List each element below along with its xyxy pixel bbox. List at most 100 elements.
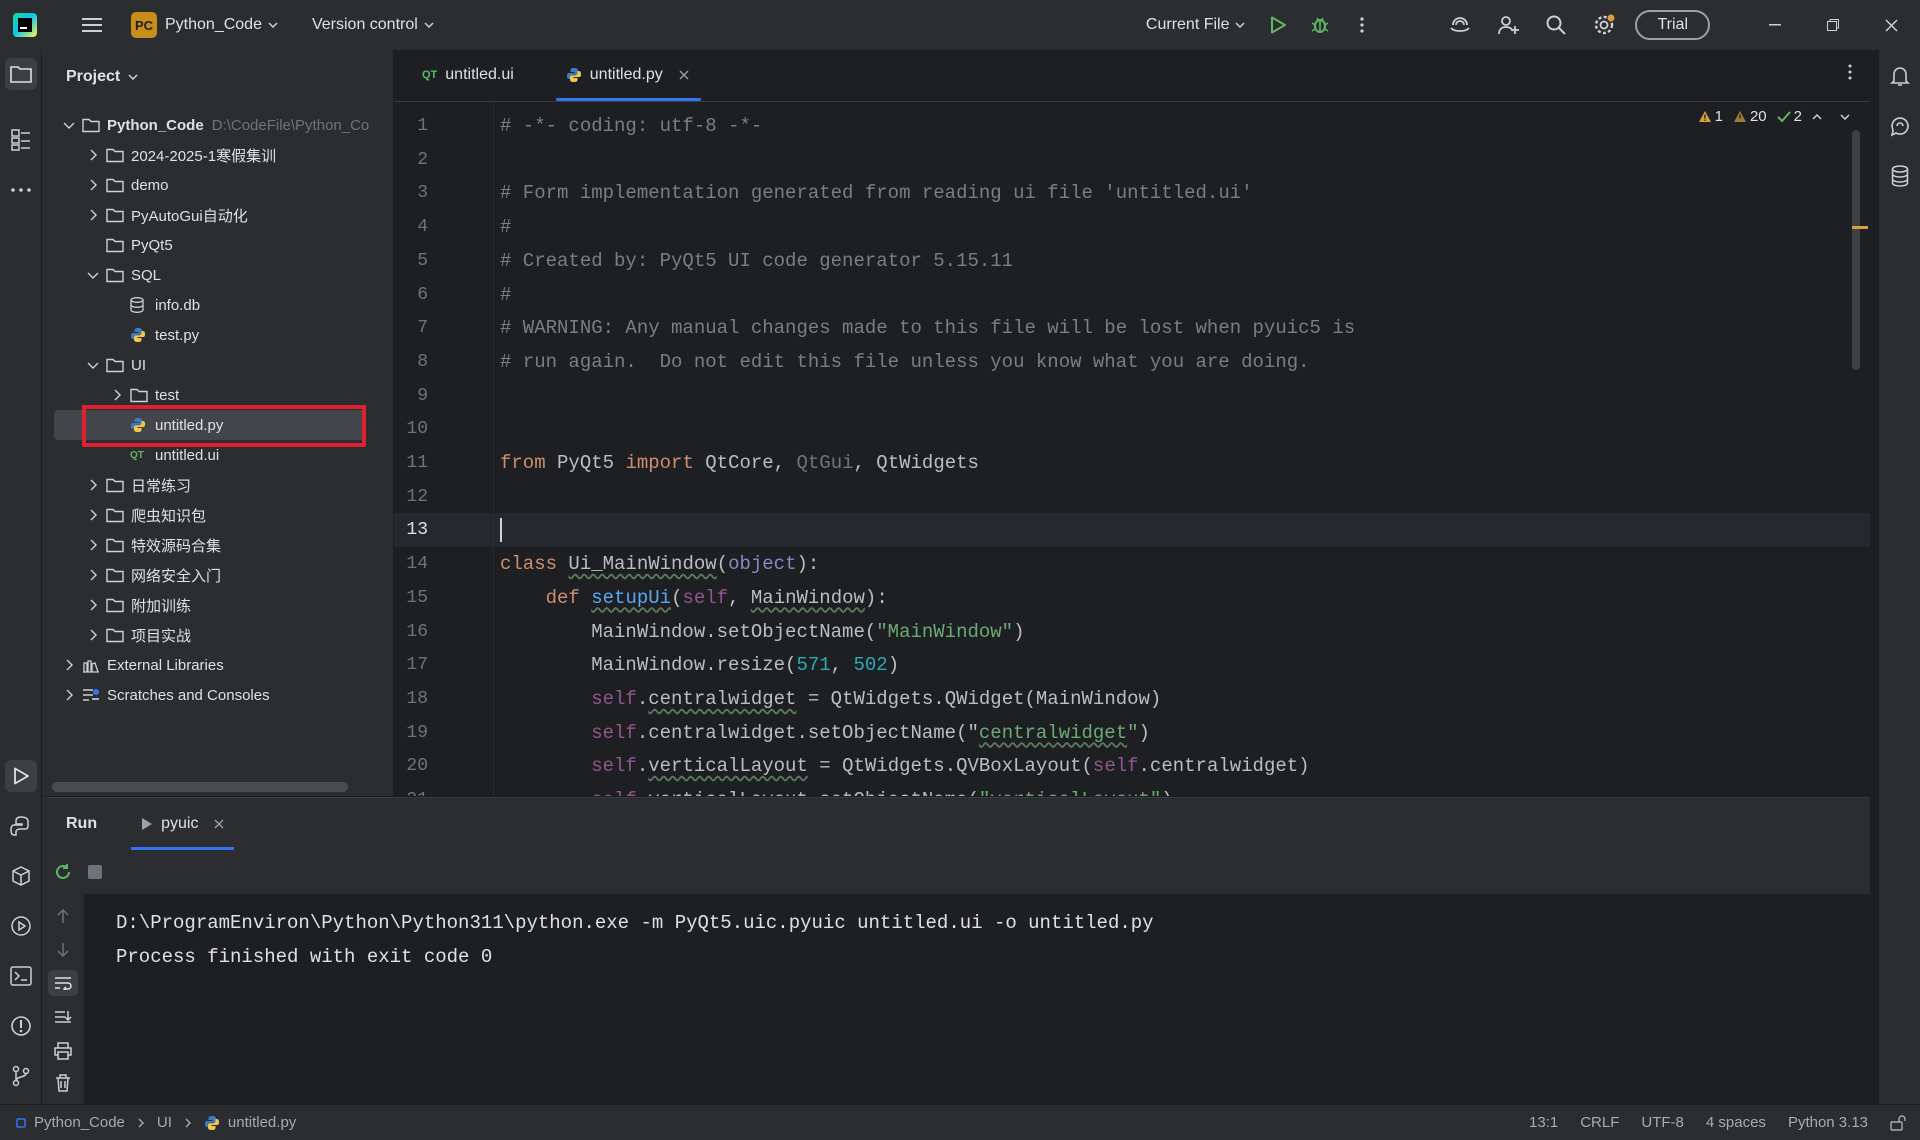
tree-item-ui[interactable]: UI [42, 350, 393, 380]
run-panel-title: Run [66, 815, 98, 832]
trial-button[interactable]: Trial [1635, 10, 1710, 40]
tree-item[interactable]: 附加训练 [42, 590, 393, 620]
horizontal-scrollbar[interactable] [52, 782, 348, 792]
python-console-icon[interactable] [5, 810, 37, 842]
arrow-down-icon[interactable] [55, 942, 71, 958]
soft-wrap-icon [55, 977, 72, 990]
tree-item-external-libraries[interactable]: External Libraries [42, 650, 393, 680]
run-config-selector[interactable]: Current File [1138, 8, 1254, 42]
chevron-right-icon[interactable] [84, 539, 102, 551]
tree-item[interactable]: 日常练习 [42, 470, 393, 500]
more-actions-icon[interactable] [1345, 8, 1379, 42]
ai-assistant-icon[interactable] [1443, 8, 1477, 42]
indent-setting[interactable]: 4 spaces [1706, 1114, 1766, 1131]
run-icon[interactable] [1261, 8, 1295, 42]
tree-item-info-db[interactable]: info.db [42, 290, 393, 320]
project-switcher[interactable]: PC Python_Code [123, 8, 286, 42]
chevron-right-icon[interactable] [84, 569, 102, 581]
search-icon[interactable] [1539, 8, 1573, 42]
line-separator[interactable]: CRLF [1580, 1114, 1619, 1131]
print-icon[interactable] [54, 1042, 72, 1060]
chevron-down-icon[interactable] [84, 361, 102, 369]
vcs-menu[interactable]: Version control [304, 8, 442, 42]
rerun-icon[interactable] [54, 863, 72, 881]
git-branch-icon[interactable] [5, 1060, 37, 1092]
python-interpreter[interactable]: Python 3.13 [1788, 1114, 1868, 1131]
chevron-right-icon[interactable] [84, 209, 102, 221]
tree-item-pyautogui[interactable]: PyAutoGui自动化 [42, 200, 393, 230]
breadcrumb-folder[interactable]: UI [157, 1114, 172, 1131]
tree-item-untitled-py[interactable]: untitled.py [54, 410, 366, 440]
tree-item-untitled-ui[interactable]: QT untitled.ui [42, 440, 393, 470]
project-tool-icon[interactable] [5, 58, 37, 90]
chevron-down-icon[interactable] [84, 271, 102, 279]
chevron-right-icon[interactable] [84, 629, 102, 641]
chevron-down-icon[interactable] [60, 121, 78, 129]
chevron-up-icon[interactable] [1812, 113, 1822, 120]
unlock-icon[interactable] [1890, 1114, 1906, 1131]
chevron-right-icon[interactable] [60, 689, 78, 701]
chevron-down-icon[interactable] [1840, 113, 1850, 120]
file-encoding[interactable]: UTF-8 [1641, 1114, 1684, 1131]
chevron-right-icon[interactable] [84, 599, 102, 611]
tree-item-demo[interactable]: demo [42, 170, 393, 200]
structure-tool-icon[interactable] [5, 124, 37, 156]
code-token: . [636, 755, 649, 778]
minimize-icon[interactable] [1746, 0, 1804, 50]
inspection-widget[interactable]: 1 20 2 [1698, 108, 1850, 125]
tree-item-test[interactable]: test [42, 380, 393, 410]
project-panel-header[interactable]: Project [42, 50, 393, 104]
code-with-me-icon[interactable] [1491, 8, 1525, 42]
notifications-bell-icon[interactable] [1884, 60, 1916, 92]
main-menu-icon[interactable] [75, 8, 109, 42]
tree-item-label: 附加训练 [131, 597, 192, 615]
run-tab-pyuic[interactable]: pyuic [127, 798, 238, 850]
stop-icon[interactable] [88, 865, 102, 879]
soft-wrap-button[interactable] [48, 970, 78, 996]
close-tab-icon[interactable] [679, 70, 689, 80]
trash-icon[interactable] [55, 1074, 71, 1092]
tab-options-icon[interactable] [1848, 64, 1852, 80]
chevron-right-icon[interactable] [108, 389, 126, 401]
scroll-to-end-icon[interactable] [54, 1010, 72, 1026]
tree-item-scratches-and-consoles[interactable]: Scratches and Consoles [42, 680, 393, 710]
debug-icon[interactable] [1303, 8, 1337, 42]
close-icon[interactable] [1862, 0, 1920, 50]
services-icon[interactable] [5, 910, 37, 942]
caret-position[interactable]: 13:1 [1529, 1114, 1558, 1131]
tree-item-python-code[interactable]: Python_Code D:\CodeFile\Python_Co [42, 110, 393, 140]
code-line: # Created by: PyQt5 UI code generator 5.… [494, 244, 1013, 278]
tree-item[interactable]: 爬虫知识包 [42, 500, 393, 530]
chevron-right-icon[interactable] [84, 149, 102, 161]
close-tab-icon[interactable] [214, 819, 224, 829]
code-area[interactable]: # -*- coding: utf-8 -*- # Form implementa… [494, 102, 1870, 796]
vertical-scrollbar[interactable] [1852, 130, 1860, 370]
problems-icon[interactable] [5, 1010, 37, 1042]
tree-item-test-py[interactable]: test.py [42, 320, 393, 350]
run-tool-icon[interactable] [5, 760, 37, 792]
tree-item[interactable]: 特效源码合集 [42, 530, 393, 560]
tab-untitled-ui[interactable]: QT untitled.ui [404, 50, 534, 101]
chevron-right-icon[interactable] [84, 509, 102, 521]
settings-gear-icon[interactable] [1587, 8, 1621, 42]
arrow-up-icon[interactable] [55, 908, 71, 924]
ai-chat-icon[interactable] [1884, 110, 1916, 142]
tree-item-pyqt5[interactable]: PyQt5 [42, 230, 393, 260]
terminal-icon[interactable] [5, 960, 37, 992]
breadcrumb-project[interactable]: Python_Code [34, 1114, 125, 1131]
chevron-right-icon[interactable] [84, 479, 102, 491]
tree-item-2024-2025-1[interactable]: 2024-2025-1寒假集训 [42, 140, 393, 170]
python-packages-icon[interactable] [5, 860, 37, 892]
restore-icon[interactable] [1804, 0, 1862, 50]
tree-item[interactable]: 网络安全入门 [42, 560, 393, 590]
breadcrumb-file[interactable]: untitled.py [228, 1114, 296, 1131]
run-panel-header: Run pyuic [42, 798, 1870, 850]
tree-item-sql[interactable]: SQL [42, 260, 393, 290]
tree-item[interactable]: 项目实战 [42, 620, 393, 650]
tab-untitled-py[interactable]: untitled.py [548, 50, 709, 101]
console-output[interactable]: D:\ProgramEnviron\Python\Python311\pytho… [116, 894, 1816, 968]
chevron-right-icon[interactable] [84, 179, 102, 191]
more-tools-icon[interactable] [5, 174, 37, 206]
chevron-right-icon[interactable] [60, 659, 78, 671]
database-icon[interactable] [1884, 160, 1916, 192]
